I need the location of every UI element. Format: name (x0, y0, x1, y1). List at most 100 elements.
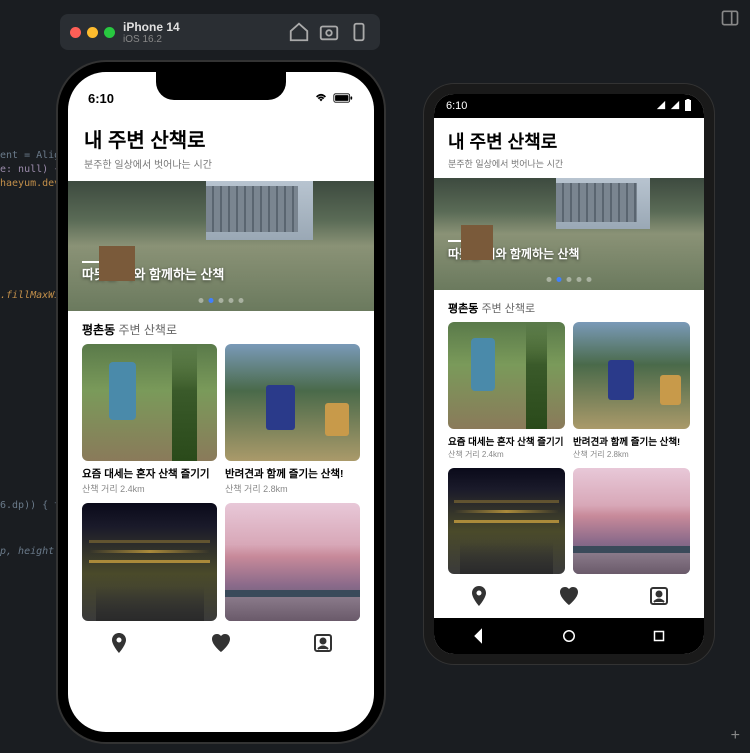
hero-image-detail (556, 183, 637, 222)
code-fragment: 6.dp)) { t (0, 500, 60, 511)
hero-dot[interactable] (229, 298, 234, 303)
hero-caption: 따뜻한 티와 함께하는 산책 (448, 245, 579, 262)
code-fragment: ent = Alig (0, 150, 60, 161)
nav-heart-icon[interactable] (557, 584, 581, 608)
trail-card[interactable] (573, 468, 690, 574)
android-back-button[interactable] (470, 627, 488, 645)
code-fragment: haeyum.dev (0, 178, 60, 189)
location-name: 평촌동 (82, 323, 115, 337)
trail-card-grid: 요즘 대세는 혼자 산책 즐기기 산책 거리 2.4km 반려견과 함께 즐기는… (434, 322, 704, 574)
home-button[interactable] (288, 21, 310, 43)
trail-card-distance: 산책 거리 2.8km (225, 482, 360, 495)
trail-card[interactable]: 반려견과 함께 즐기는 산책! 산책 거리 2.8km (225, 344, 360, 495)
hero-dot[interactable] (547, 277, 552, 282)
hero-dot[interactable] (239, 298, 244, 303)
minimize-window-button[interactable] (87, 27, 98, 38)
code-fragment: .fillMaxWi (0, 290, 60, 301)
nav-location-icon[interactable] (107, 631, 131, 655)
bottom-nav (434, 574, 704, 618)
trail-card-distance: 산책 거리 2.8km (573, 449, 690, 460)
signal-icon (670, 100, 680, 113)
hero-dot-active[interactable] (209, 298, 214, 303)
nav-heart-icon[interactable] (209, 631, 233, 655)
hero-dot[interactable] (567, 277, 572, 282)
trail-card-distance: 산책 거리 2.4km (448, 449, 565, 460)
trail-card-image (448, 322, 565, 428)
trail-card[interactable] (82, 503, 217, 620)
iphone-screen: 6:10 내 주변 산책로 분주한 일상에서 벗어나는 시간 따뜻한 티와 함께… (68, 72, 374, 732)
hero-banner[interactable]: 따뜻한 티와 함께하는 산책 (68, 181, 374, 311)
hero-dot[interactable] (199, 298, 204, 303)
nav-profile-icon[interactable] (647, 584, 671, 608)
portrait-button[interactable] (348, 21, 370, 43)
code-fragment: e: null) { (0, 164, 60, 175)
page-subtitle: 분주한 일상에서 벗어나는 시간 (448, 157, 690, 170)
android-time: 6:10 (446, 100, 467, 112)
trail-card[interactable]: 요즘 대세는 혼자 산책 즐기기 산책 거리 2.4km (448, 322, 565, 459)
trail-card[interactable]: 반려견과 함께 즐기는 산책! 산책 거리 2.8km (573, 322, 690, 459)
nav-location-icon[interactable] (467, 584, 491, 608)
trail-card-image (225, 503, 360, 620)
hero-banner[interactable]: 따뜻한 티와 함께하는 산책 (434, 178, 704, 290)
add-icon[interactable]: + (731, 727, 740, 745)
section-header: 평촌동 주변 산책로 (68, 311, 374, 344)
page-subtitle: 분주한 일상에서 벗어나는 시간 (84, 156, 358, 171)
simulator-device-name: iPhone 14 (123, 20, 180, 34)
nav-profile-icon[interactable] (311, 631, 335, 655)
simulator-toolbar: iPhone 14 iOS 16.2 (60, 14, 380, 50)
signal-icon (656, 100, 666, 113)
trail-card-title: 반려견과 함께 즐기는 산책! (573, 434, 690, 448)
battery-icon (684, 99, 692, 114)
bottom-nav (68, 621, 374, 669)
trail-card[interactable]: 요즘 대세는 혼자 산책 즐기기 산책 거리 2.4km (82, 344, 217, 495)
android-status-bar: 6:10 (434, 94, 704, 118)
trail-card-title: 요즘 대세는 혼자 산책 즐기기 (448, 434, 565, 448)
hero-dot[interactable] (577, 277, 582, 282)
trail-card-image (82, 344, 217, 461)
hero-pagination (547, 277, 592, 282)
battery-icon (332, 91, 354, 106)
trail-card-image (448, 468, 565, 574)
hero-dot[interactable] (219, 298, 224, 303)
android-screen: 6:10 내 주변 산책로 분주한 일상에서 벗어나는 시간 따뜻한 티와 함께… (434, 94, 704, 654)
hero-image-detail (206, 186, 298, 232)
simulator-os-version: iOS 16.2 (123, 34, 180, 45)
trail-card-title: 요즘 대세는 혼자 산책 즐기기 (82, 466, 217, 481)
iphone-device-frame: 6:10 내 주변 산책로 분주한 일상에서 벗어나는 시간 따뜻한 티와 함께… (58, 62, 384, 742)
hero-caption: 따뜻한 티와 함께하는 산책 (82, 264, 224, 283)
fullscreen-window-button[interactable] (104, 27, 115, 38)
section-suffix-text: 주변 산책로 (118, 323, 177, 337)
wifi-icon (314, 91, 328, 106)
trail-card-image (225, 344, 360, 461)
screenshot-button[interactable] (318, 21, 340, 43)
app-header: 내 주변 산책로 분주한 일상에서 벗어나는 시간 (434, 118, 704, 178)
page-title: 내 주변 산책로 (448, 128, 690, 154)
trail-card[interactable] (448, 468, 565, 574)
android-system-nav (434, 618, 704, 654)
trail-card-image (573, 468, 690, 574)
hero-pagination (199, 298, 244, 303)
close-window-button[interactable] (70, 27, 81, 38)
section-header: 평촌동 주변 산책로 (434, 290, 704, 322)
trail-card[interactable] (225, 503, 360, 620)
trail-card-image (573, 322, 690, 428)
app-header: 내 주변 산책로 분주한 일상에서 벗어나는 시간 (68, 116, 374, 181)
section-suffix-text: 주변 산책로 (481, 303, 535, 315)
hero-accent-line (448, 240, 474, 242)
hero-dot-active[interactable] (557, 277, 562, 282)
trail-card-grid: 요즘 대세는 혼자 산책 즐기기 산책 거리 2.4km 반려견과 함께 즐기는… (68, 344, 374, 621)
android-home-button[interactable] (560, 627, 578, 645)
trail-card-distance: 산책 거리 2.4km (82, 482, 217, 495)
code-fragment: p, height (0, 546, 54, 557)
page-title: 내 주변 산책로 (84, 124, 358, 153)
app-content: 내 주변 산책로 분주한 일상에서 벗어나는 시간 따뜻한 티와 함께하는 산책… (68, 116, 374, 669)
app-content: 내 주변 산책로 분주한 일상에서 벗어나는 시간 따뜻한 티와 함께하는 산책… (434, 118, 704, 618)
android-device-frame: 6:10 내 주변 산책로 분주한 일상에서 벗어나는 시간 따뜻한 티와 함께… (424, 84, 714, 664)
window-traffic-lights (70, 27, 115, 38)
panel-toggle-icon[interactable] (720, 8, 740, 28)
ios-time: 6:10 (88, 91, 114, 106)
trail-card-title: 반려견과 함께 즐기는 산책! (225, 466, 360, 481)
android-recents-button[interactable] (650, 627, 668, 645)
iphone-notch (156, 72, 286, 100)
hero-dot[interactable] (587, 277, 592, 282)
